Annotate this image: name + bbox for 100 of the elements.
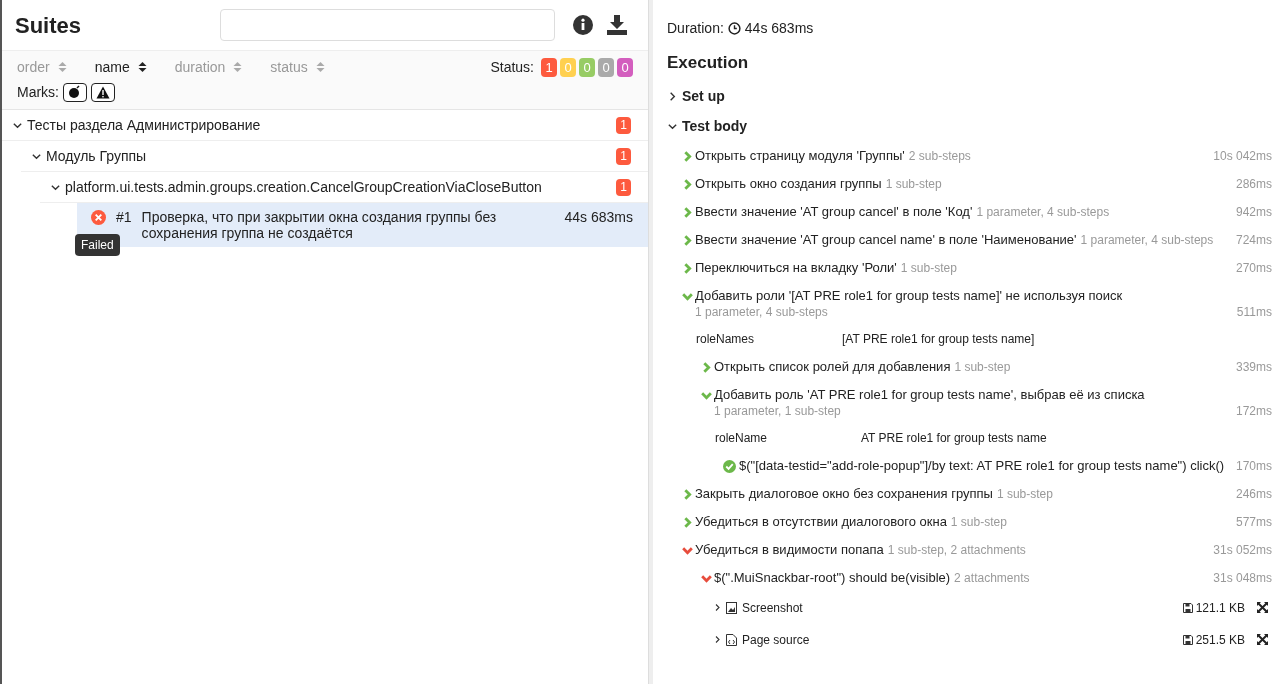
step-meta: 1 sub-step — [954, 358, 1011, 375]
warning-icon — [96, 85, 110, 99]
section-toggle[interactable]: Set up — [682, 86, 725, 107]
chevron-icon[interactable] — [713, 603, 722, 612]
attachment-size: 121.1 KB — [1195, 599, 1245, 617]
tooltip: Failed — [75, 234, 120, 256]
step-time: 31s 052ms — [1213, 541, 1272, 558]
parameter-name: roleNames — [696, 331, 756, 348]
step-row[interactable]: Убедиться в видимости попапа 1 sub-step, 2 attachments 31s 052ms — [667, 535, 1272, 564]
step-row[interactable]: Добавить роль 'AT PRE role1 for group tests name', выбрав её из списка 1 parameter, 1 sub-step 172ms — [667, 380, 1272, 425]
attachment-name[interactable]: Screenshot — [742, 598, 803, 617]
step-name: Открыть список ролей для добавления — [714, 358, 951, 375]
tree-node-label[interactable]: Модуль Группы — [46, 145, 147, 167]
step-meta: 1 sub-step — [885, 175, 942, 192]
step-row[interactable]: Открыть страницу модуля 'Группы' 2 sub-steps 10s 042ms — [667, 141, 1272, 170]
chevron-icon[interactable] — [713, 635, 722, 644]
search-field[interactable] — [220, 9, 555, 41]
image-file-icon — [726, 601, 737, 614]
step-name: $(".MuiSnackbar-root") should be(visible) — [714, 569, 951, 586]
step-meta: 1 parameter, 4 sub-steps — [1080, 231, 1214, 248]
step-meta: 1 sub-step — [996, 485, 1053, 502]
mark-filter[interactable] — [63, 82, 87, 102]
step-time: 172ms — [1235, 402, 1272, 419]
step-time: 511ms — [1236, 303, 1272, 320]
chevron-icon[interactable] — [667, 91, 678, 102]
code-file-icon — [726, 633, 737, 646]
save-icon — [1182, 634, 1193, 645]
count-badge: 1 — [616, 147, 631, 165]
section-title: Execution — [667, 52, 750, 74]
attachment-size: 251.5 KB — [1195, 631, 1245, 649]
sort-icon — [315, 61, 325, 73]
step-meta: 1 sub-step, 2 attachments — [887, 541, 1026, 558]
expand-icon[interactable] — [1257, 634, 1268, 645]
sort-icon — [233, 61, 243, 73]
sort-button[interactable]: name — [94, 56, 147, 78]
save-icon — [1182, 602, 1193, 613]
step-meta: 2 sub-steps — [908, 147, 971, 164]
parameter-value: [AT PRE role1 for group tests name] — [842, 331, 1035, 348]
step-name: Добавить роль 'AT PRE role1 for group tests name', выбрав её из списка — [714, 386, 1145, 403]
step-time: 170ms — [1235, 457, 1272, 474]
test-name: Проверка, что при закрытии окна создания группы без сохранения группа не создаётся — [141, 209, 498, 241]
info-icon[interactable] — [573, 15, 593, 35]
page-title: Suites — [15, 11, 82, 40]
tree-node-label[interactable]: Тесты раздела Администрирование — [27, 114, 261, 136]
step-row[interactable]: Убедиться в отсутствии диалогового окна 1 sub-step 577ms — [667, 507, 1272, 536]
step-name: Ввести значение 'AT group cancel' в поле 'Код' — [695, 203, 973, 220]
step-time: 724ms — [1235, 231, 1272, 248]
step-name: Убедиться в отсутствии диалогового окна — [695, 513, 947, 530]
step-time: 10s 042ms — [1213, 147, 1272, 164]
status-label: Status: — [490, 57, 534, 77]
step-name: Убедиться в видимости попапа — [695, 541, 884, 558]
attachment-name[interactable]: Page source — [742, 630, 810, 649]
mark-filter[interactable] — [91, 82, 115, 102]
step-row[interactable]: Закрыть диалоговое окно без сохранения группы 1 sub-step 246ms — [667, 479, 1272, 508]
parameter-name: roleName — [715, 430, 769, 447]
step-meta: 2 attachments — [954, 569, 1030, 586]
tree-node-label[interactable]: platform.ui.tests.admin.groups.creation.CancelGroupCreationViaCloseButton — [65, 176, 542, 198]
duration-value: 44s 683ms — [744, 18, 814, 38]
step-time: 286ms — [1235, 175, 1272, 192]
step-row[interactable]: Открыть список ролей для добавления 1 sub-step 339ms — [667, 352, 1272, 381]
test-duration: 44s 683ms — [564, 209, 633, 225]
chevron-icon[interactable] — [667, 121, 678, 132]
test-number: #1 — [116, 209, 132, 225]
step-row[interactable]: Добавить роли '[AT PRE role1 for group tests name]' не используя поиск 1 parameter, 4 sub-steps 511ms — [667, 281, 1272, 326]
step-time: 577ms — [1235, 513, 1272, 530]
step-time: 246ms — [1235, 485, 1272, 502]
step-row[interactable]: Ввести значение 'AT group cancel name' в поле 'Наименование' 1 parameter, 4 sub-steps 724ms — [667, 225, 1272, 254]
sort-icon — [137, 61, 147, 73]
step-meta: 1 parameter, 4 sub-steps — [695, 303, 828, 320]
step-name: Закрыть диалоговое окно без сохранения группы — [695, 485, 993, 502]
count-badge: 1 — [616, 116, 631, 134]
step-meta: 1 parameter, 4 sub-steps — [976, 203, 1110, 220]
step-time: 339ms — [1235, 358, 1272, 375]
sort-icon — [57, 61, 67, 73]
marks-label: Marks: — [17, 82, 59, 102]
step-time: 942ms — [1235, 203, 1272, 220]
bomb-icon — [68, 85, 82, 99]
step-name: Открыть окно создания группы — [695, 175, 882, 192]
step-name: $("[data-testid="add-role-popup"]/by text: AT PRE role1 for group tests name") click() — [739, 457, 1225, 474]
step-row[interactable]: $("[data-testid="add-role-popup"]/by text: AT PRE role1 for group tests name") click() 170ms — [667, 451, 1272, 480]
download-icon[interactable] — [606, 14, 628, 36]
step-name: Ввести значение 'AT group cancel name' в поле 'Наименование' — [695, 231, 1077, 248]
step-name: Добавить роли '[AT PRE role1 for group tests name]' не используя поиск — [695, 287, 1123, 304]
step-meta: 1 sub-step — [900, 259, 957, 276]
step-row[interactable]: Ввести значение 'AT group cancel' в поле 'Код' 1 parameter, 4 sub-steps 942ms — [667, 197, 1272, 226]
count-badge: 1 — [616, 178, 631, 196]
step-meta: 1 parameter, 1 sub-step — [714, 402, 841, 419]
step-meta: 1 sub-step — [950, 513, 1007, 530]
parameter-value: AT PRE role1 for group tests name — [861, 430, 1047, 447]
step-time: 270ms — [1235, 259, 1272, 276]
duration-label: Duration: — [667, 18, 724, 38]
step-row[interactable]: Открыть окно создания группы 1 sub-step 286ms — [667, 169, 1272, 198]
step-row[interactable]: $(".MuiSnackbar-root") should be(visible) 2 attachments 31s 048ms — [667, 563, 1272, 592]
step-row[interactable]: Переключиться на вкладку 'Роли' 1 sub-step 270ms — [667, 253, 1272, 282]
step-time: 31s 048ms — [1213, 569, 1272, 586]
step-name: Переключиться на вкладку 'Роли' — [695, 259, 897, 276]
clock-icon — [727, 21, 741, 35]
expand-icon[interactable] — [1257, 602, 1268, 613]
step-name: Открыть страницу модуля 'Группы' — [695, 147, 905, 164]
section-toggle[interactable]: Test body — [682, 116, 748, 137]
